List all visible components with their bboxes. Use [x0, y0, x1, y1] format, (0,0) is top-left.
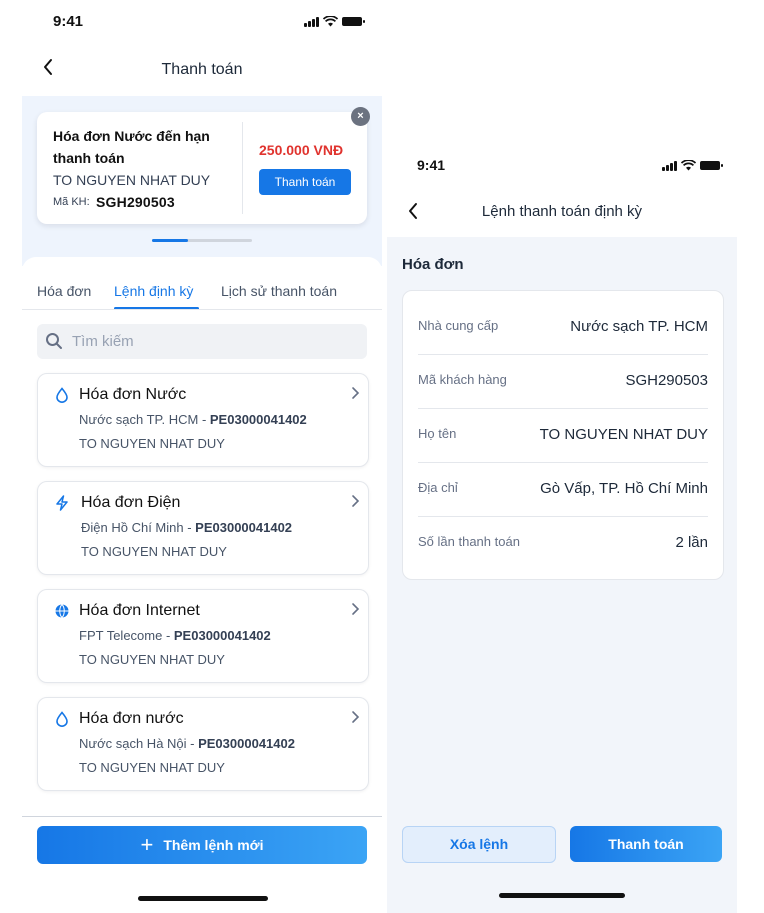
info-row-customer-code: Mã khách hàng SGH290503	[418, 355, 708, 409]
tab-recurring[interactable]: Lệnh định kỳ	[114, 283, 193, 299]
info-row-payment-count: Số lần thanh toán 2 lần	[418, 517, 708, 570]
bill-provider: Nước sạch TP. HCM - PE03000041402	[79, 412, 307, 427]
due-bill-code: SGH290503	[96, 194, 175, 210]
bill-title: Hóa đơn Điện	[81, 494, 181, 511]
battery-icon	[700, 161, 723, 170]
wifi-icon	[681, 160, 696, 171]
info-label: Địa chỉ	[418, 480, 458, 495]
section-title: Hóa đơn	[402, 256, 464, 273]
close-icon[interactable]: ×	[351, 107, 370, 126]
add-recurring-label: Thêm lệnh mới	[163, 837, 264, 853]
bill-code: PE03000041402	[173, 628, 271, 643]
bill-title: Hóa đơn Internet	[79, 602, 200, 619]
due-bill-pay-button[interactable]: Thanh toán	[259, 169, 351, 195]
chevron-right-icon	[350, 710, 360, 729]
delete-order-button[interactable]: Xóa lệnh	[402, 826, 556, 863]
bill-owner: TO NGUYEN NHAT DUY	[79, 652, 225, 667]
bill-code: PE03000041402	[198, 736, 295, 751]
due-bill-customer: TO NGUYEN NHAT DUY	[53, 172, 211, 188]
add-recurring-button[interactable]: + Thêm lệnh mới	[37, 826, 367, 864]
info-label: Số lần thanh toán	[418, 534, 520, 549]
bill-owner: TO NGUYEN NHAT DUY	[81, 544, 227, 559]
info-value: SGH290503	[625, 372, 708, 389]
bill-provider: FPT Telecome - PE03000041402	[79, 628, 271, 643]
info-value: TO NGUYEN NHAT DUY	[539, 426, 708, 443]
status-time: 9:41	[53, 13, 84, 30]
bill-code: PE03000041402	[195, 520, 293, 535]
due-bill-code-label: Mã KH:	[53, 196, 90, 208]
info-value: 2 lần	[675, 534, 708, 551]
status-time: 9:41	[417, 157, 446, 173]
chevron-right-icon	[350, 386, 360, 405]
home-indicator	[499, 893, 625, 898]
water-drop-icon	[56, 387, 68, 403]
tab-bills[interactable]: Hóa đơn	[37, 283, 91, 299]
bill-card-water-hanoi[interactable]: Hóa đơn nước Nước sạch Hà Nội - PE030000…	[37, 697, 369, 791]
info-label: Họ tên	[418, 426, 457, 441]
battery-icon	[342, 17, 365, 26]
bill-owner: TO NGUYEN NHAT DUY	[79, 760, 225, 775]
bill-card-internet[interactable]: Hóa đơn Internet FPT Telecome - PE030000…	[37, 589, 369, 683]
search-input[interactable]: Tìm kiếm	[37, 324, 367, 359]
divider	[22, 816, 382, 817]
wifi-icon	[323, 16, 338, 27]
bill-title: Hóa đơn nước	[79, 710, 184, 727]
tab-history[interactable]: Lịch sử thanh toán	[221, 283, 337, 299]
bill-code: PE03000041402	[209, 412, 307, 427]
divider	[242, 122, 243, 214]
home-indicator	[138, 896, 268, 901]
chevron-right-icon	[350, 602, 360, 621]
plus-icon: +	[140, 832, 154, 857]
bill-owner: TO NGUYEN NHAT DUY	[79, 436, 225, 451]
info-row-address: Địa chỉ Gò Vấp, TP. Hồ Chí Minh	[418, 463, 708, 517]
bill-card-water[interactable]: Hóa đơn Nước Nước sạch TP. HCM - PE03000…	[37, 373, 369, 467]
search-icon	[46, 333, 62, 349]
recurring-detail-screen: 9:41 Lệnh thanh toán định kỳ Hóa đơn Nhà…	[387, 0, 737, 913]
bill-provider: Nước sạch Hà Nội - PE03000041402	[79, 736, 295, 751]
bill-info-card: Nhà cung cấp Nước sạch TP. HCM Mã khách …	[402, 290, 724, 580]
signal-icon	[304, 16, 319, 27]
globe-icon	[55, 604, 69, 618]
search-placeholder: Tìm kiếm	[72, 333, 134, 350]
header	[387, 140, 737, 237]
info-label: Nhà cung cấp	[418, 318, 499, 333]
page-title: Lệnh thanh toán định kỳ	[481, 203, 643, 220]
divider	[22, 309, 382, 310]
info-row-provider: Nhà cung cấp Nước sạch TP. HCM	[418, 301, 708, 355]
status-icons	[662, 160, 723, 171]
due-bill-title: Hóa đơn Nước đến hạn thanh toán	[53, 128, 210, 166]
carousel-indicator-active	[152, 239, 188, 242]
chevron-right-icon	[350, 494, 360, 513]
info-value: Nước sạch TP. HCM	[570, 318, 708, 335]
bill-provider: Điện Hồ Chí Minh - PE03000041402	[81, 520, 293, 535]
payment-screen: 9:41 Thanh toán Hóa đơn Nước đến hạn tha…	[22, 0, 382, 913]
pay-button[interactable]: Thanh toán	[570, 826, 722, 862]
page-title: Thanh toán	[161, 61, 243, 78]
status-icons	[304, 16, 365, 27]
due-bill-amount: 250.000 VNĐ	[259, 142, 344, 158]
info-value: Gò Vấp, TP. Hồ Chí Minh	[540, 480, 708, 497]
water-drop-icon	[56, 711, 68, 727]
info-label: Mã khách hàng	[418, 372, 507, 387]
info-row-name: Họ tên TO NGUYEN NHAT DUY	[418, 409, 708, 463]
bill-list-sheet: Hóa đơn Lệnh định kỳ Lịch sử thanh toán …	[22, 257, 382, 817]
bill-title: Hóa đơn Nước	[79, 386, 187, 403]
signal-icon	[662, 160, 677, 171]
bill-card-electric[interactable]: Hóa đơn Điện Điện Hồ Chí Minh - PE030000…	[37, 481, 369, 575]
lightning-icon	[56, 495, 68, 511]
due-bill-card[interactable]: Hóa đơn Nước đến hạn thanh toán TO NGUYE…	[37, 112, 367, 224]
